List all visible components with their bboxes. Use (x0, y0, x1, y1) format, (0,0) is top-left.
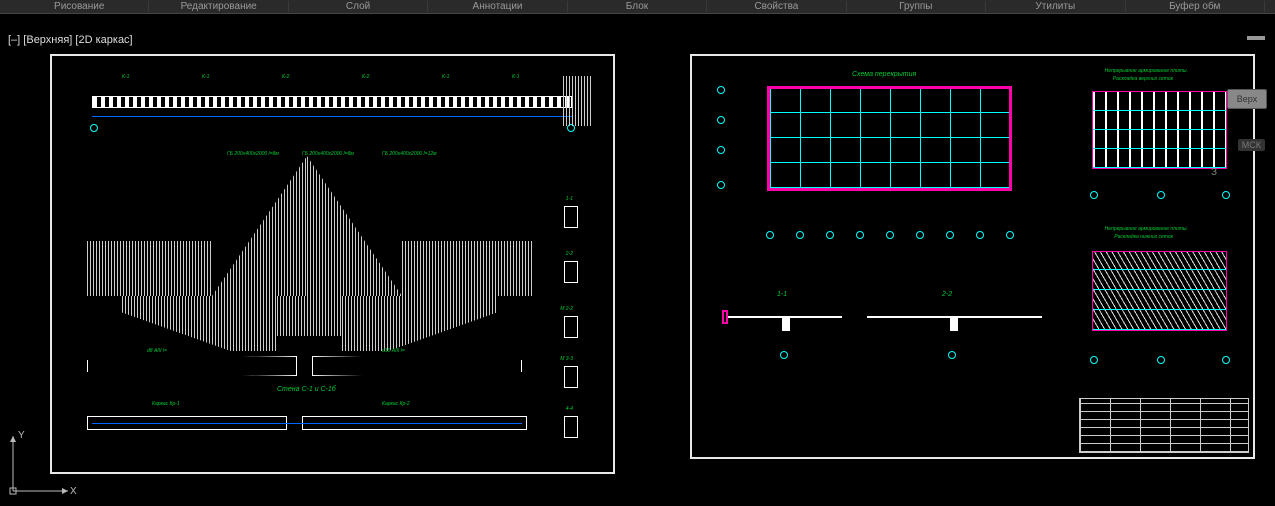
label: К-1 (512, 74, 519, 80)
ribbon-panel-labels: Рисование Редактирование Слой Аннотации … (0, 0, 1275, 14)
section-detail (564, 206, 578, 228)
viewcube-top-face[interactable]: Верх (1227, 89, 1267, 109)
plan-title: Схема перекрытия (852, 71, 916, 78)
grid-bubble (717, 86, 725, 94)
section-label: 2-2 (566, 251, 573, 257)
axis-line (92, 423, 522, 424)
label: К-1 (442, 74, 449, 80)
grid-bubble (886, 231, 894, 239)
ucs-icon[interactable]: X Y (8, 426, 78, 496)
section-detail (564, 316, 578, 338)
panel-modify[interactable]: Редактирование (149, 1, 288, 12)
moment-hatch (342, 296, 497, 351)
subtitle: Раскладка верхних сеток (1113, 76, 1173, 82)
section-label: 1-1 (777, 291, 787, 298)
viewport-visual-style[interactable]: [2D каркас] (75, 34, 132, 46)
grid-bubble (1222, 191, 1230, 199)
panel-properties[interactable]: Свойства (707, 1, 846, 12)
label: Каркас Кр-2 (382, 401, 410, 407)
beam-elev (87, 356, 297, 376)
mesh-top (1093, 92, 1226, 168)
panel-block[interactable]: Блок (568, 1, 707, 12)
beam-section (950, 316, 958, 331)
viewport-view-name[interactable]: [Верхняя] (23, 34, 72, 46)
grid-bubble (717, 146, 725, 154)
grid-bubble (717, 181, 725, 189)
panel-layers[interactable]: Слой (289, 1, 428, 12)
section-label: М 2-2 (560, 306, 573, 312)
wall-mark (722, 310, 728, 324)
label: К-2 (282, 74, 289, 80)
rebar-label: d8 АIII l= (147, 348, 167, 354)
grid-bubble (796, 231, 804, 239)
grid-bubble (1090, 356, 1098, 364)
ucs-x-label: X (70, 486, 77, 496)
moment-hatch (87, 241, 212, 296)
grid-bubble (1006, 231, 1014, 239)
grid-bubble (916, 231, 924, 239)
grid-bubble (826, 231, 834, 239)
label: К-2 (362, 74, 369, 80)
beam-label: ГБ 200х400х2000 l=8м (227, 151, 279, 157)
title-block (1079, 398, 1249, 453)
label: К-1 (122, 74, 129, 80)
panel-groups[interactable]: Группы (847, 1, 986, 12)
section-detail (564, 416, 578, 438)
beam-top-elevation (92, 96, 572, 108)
detail-hatch (563, 76, 593, 126)
viewport-menu-toggle[interactable]: [–] (8, 34, 20, 46)
panel-clipboard[interactable]: Буфер обм (1126, 1, 1265, 12)
subtitle: Непрерывное армирование плиты. (1105, 68, 1188, 74)
label: Каркас Кр-1 (152, 401, 180, 407)
panel-utilities[interactable]: Утилиты (986, 1, 1125, 12)
coord-system-label[interactable]: МСК (1238, 139, 1265, 151)
grid-bubble (948, 351, 956, 359)
grid-bubble (766, 231, 774, 239)
moment-hatch (212, 156, 307, 296)
grid-bubble (1222, 356, 1230, 364)
layout-sheet-1: К-1 К-1 К-2 К-2 К-1 К-1 ГБ 200х400х2000 … (50, 54, 615, 474)
moment-hatch (402, 241, 532, 296)
rebar-label: d10 АIII l= (382, 348, 405, 354)
subtitle: Непрерывное армирование плиты. (1105, 226, 1188, 232)
beam-section (782, 316, 790, 331)
section-label: 4-4 (566, 406, 573, 412)
subtitle: Раскладка нижних сеток (1114, 234, 1173, 240)
moment-hatch (307, 156, 402, 296)
plan-grid (770, 89, 1009, 188)
grid-bubble (1090, 191, 1098, 199)
viewport-minimize-icon[interactable] (1247, 36, 1265, 40)
beam-label: ГБ 200х400х2000 l=12м (382, 151, 437, 157)
section-label: 2-2 (942, 291, 952, 298)
grid-bubble (1157, 356, 1165, 364)
grid-bubble (856, 231, 864, 239)
grid-bubble (90, 124, 98, 132)
view-cube[interactable]: З Верх МСК (1212, 89, 1267, 184)
compass-label: З (1211, 167, 1217, 178)
section-detail (564, 366, 578, 388)
mesh-bottom-grid (1093, 252, 1226, 330)
section-label: 1-1 (566, 196, 573, 202)
viewport-controls[interactable]: [–] [Верхняя] [2D каркас] (8, 34, 133, 46)
label: К-1 (202, 74, 209, 80)
moment-hatch (122, 296, 277, 351)
section-label: М 3-3 (560, 356, 573, 362)
beam-elev (312, 356, 522, 376)
grid-bubble (946, 231, 954, 239)
model-space-viewport[interactable]: [–] [Верхняя] [2D каркас] З Верх МСК К-1… (0, 14, 1275, 506)
grid-bubble (1157, 191, 1165, 199)
title-text: Стена С-1 и С-1б (277, 386, 336, 393)
beam-label: ГБ 200х400х2000 l=8м (302, 151, 354, 157)
grid-bubble (717, 116, 725, 124)
moment-hatch (277, 296, 342, 336)
dim-line (92, 116, 572, 117)
panel-draw[interactable]: Рисование (10, 1, 149, 12)
panel-annotation[interactable]: Аннотации (428, 1, 567, 12)
ucs-y-label: Y (18, 430, 25, 441)
grid-bubble (976, 231, 984, 239)
section-detail (564, 261, 578, 283)
grid-bubble (780, 351, 788, 359)
layout-sheet-2: Схема перекрытия Непрерывное армирование… (690, 54, 1255, 459)
